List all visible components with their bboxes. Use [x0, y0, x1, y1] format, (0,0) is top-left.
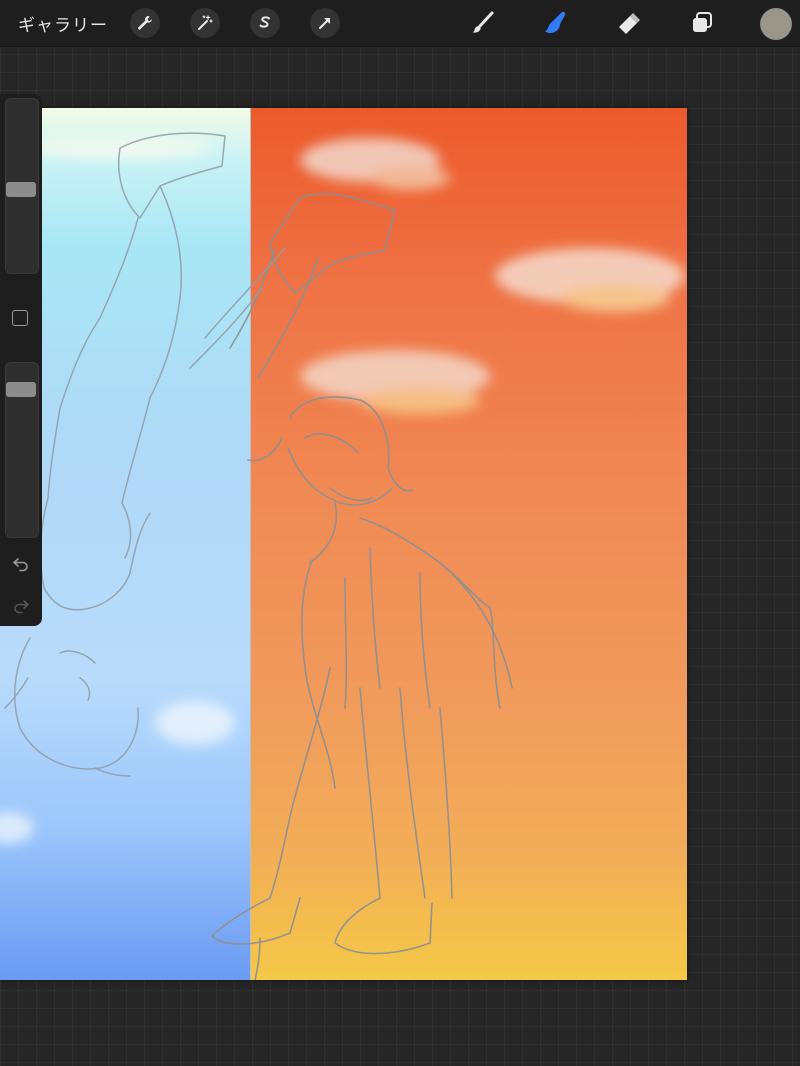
smudge-finger-icon[interactable]	[540, 7, 572, 39]
color-picker-swatch[interactable]	[760, 8, 792, 40]
arrow-cursor-icon[interactable]	[310, 8, 340, 38]
opacity-thumb[interactable]	[6, 382, 36, 397]
top-toolbar: ギャラリー	[0, 0, 800, 47]
brush-size-thumb[interactable]	[6, 182, 36, 197]
drawing-canvas[interactable]	[0, 108, 687, 980]
magic-wand-icon[interactable]	[190, 8, 220, 38]
opacity-slider[interactable]	[5, 362, 39, 538]
eraser-icon[interactable]	[612, 7, 644, 39]
left-sidebar	[0, 94, 42, 626]
redo-icon[interactable]	[9, 594, 33, 618]
brush-size-slider[interactable]	[5, 98, 39, 274]
layers-icon[interactable]	[686, 7, 718, 39]
selection-s-icon[interactable]	[250, 8, 280, 38]
modify-square-icon[interactable]	[12, 310, 28, 326]
gallery-button[interactable]: ギャラリー	[18, 11, 108, 36]
wrench-icon[interactable]	[130, 8, 160, 38]
brush-icon[interactable]	[467, 7, 499, 39]
sky-and-sketch-artwork	[0, 132, 685, 980]
undo-icon[interactable]	[9, 552, 33, 576]
